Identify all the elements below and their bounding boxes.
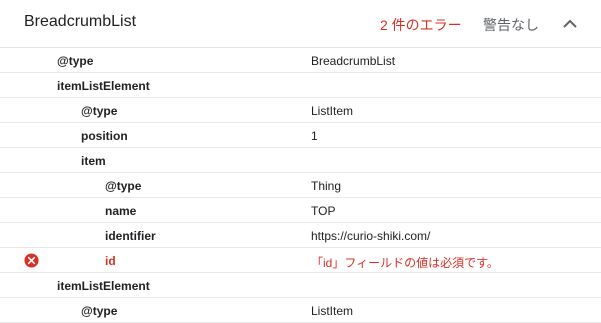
card-title: BreadcrumbList xyxy=(24,13,137,30)
property-name: id xyxy=(105,254,116,268)
table-row: @type Thing xyxy=(0,173,601,198)
table-row: itemListElement xyxy=(0,73,601,98)
collapse-button[interactable] xyxy=(555,8,585,38)
property-name: identifier xyxy=(105,229,156,243)
property-name: itemListElement xyxy=(57,79,150,93)
property-value: TOP xyxy=(311,204,336,218)
property-name: @type xyxy=(81,304,118,318)
table-row: name TOP xyxy=(0,198,601,223)
table-row: identifier https://curio-shiki.com/ xyxy=(0,223,601,248)
property-name: @type xyxy=(81,104,118,118)
error-message: 「id」フィールドの値は必須です。 xyxy=(311,256,499,270)
error-row[interactable]: id 「id」フィールドの値は必須です。 xyxy=(0,248,601,273)
table-row: itemListElement xyxy=(0,273,601,298)
chevron-up-icon xyxy=(563,19,577,28)
property-value: ListItem xyxy=(311,104,354,118)
card-header[interactable]: BreadcrumbList 2 件のエラー 警告なし xyxy=(0,0,601,48)
property-value: https://curio-shiki.com/ xyxy=(311,229,431,243)
error-icon xyxy=(24,253,39,268)
warning-count: 警告なし xyxy=(483,17,539,33)
property-name: itemListElement xyxy=(57,279,150,293)
error-count: 2 件のエラー xyxy=(380,17,462,33)
structured-data-table: @type BreadcrumbList itemListElement @ty… xyxy=(0,48,601,323)
table-row: @type BreadcrumbList xyxy=(0,48,601,73)
property-value: Thing xyxy=(311,179,342,193)
property-value: ListItem xyxy=(311,304,354,318)
property-name: @type xyxy=(57,54,94,68)
property-value: 1 xyxy=(311,129,318,143)
property-name: position xyxy=(81,129,128,143)
property-value: BreadcrumbList xyxy=(311,54,396,68)
property-name: @type xyxy=(105,179,142,193)
table-row: item xyxy=(0,148,601,173)
property-name: item xyxy=(81,154,106,168)
property-name: name xyxy=(105,204,137,218)
table-row: @type ListItem xyxy=(0,98,601,123)
table-row: position 1 xyxy=(0,123,601,148)
